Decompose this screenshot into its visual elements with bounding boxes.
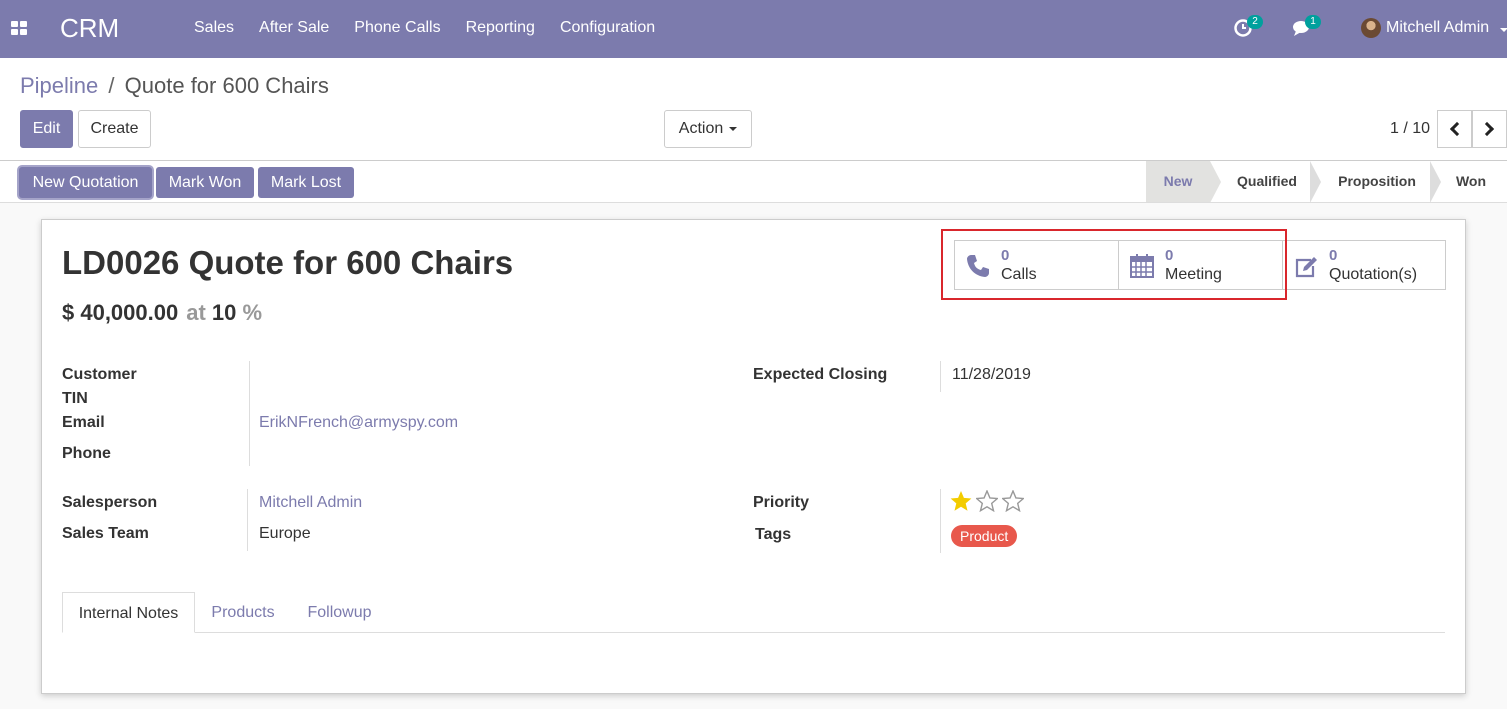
stage-qualified[interactable]: Qualified — [1222, 161, 1312, 202]
menu-item-phone-calls[interactable]: Phone Calls — [354, 19, 440, 37]
messages-badge: 1 — [1305, 15, 1321, 29]
breadcrumb-current: Quote for 600 Chairs — [124, 73, 329, 98]
expected-closing-label: Expected Closing — [753, 366, 888, 383]
apps-menu-icon[interactable] — [11, 21, 27, 35]
stage-won[interactable]: Won — [1445, 161, 1497, 202]
sales-team-label: Sales Team — [62, 525, 149, 542]
email-field[interactable]: ErikNFrench@armyspy.com — [259, 414, 458, 432]
stage-arrow — [1210, 161, 1221, 203]
phone-label: Phone — [62, 445, 111, 462]
star-empty-icon[interactable] — [1002, 490, 1024, 512]
tab-products[interactable]: Products — [197, 592, 289, 633]
field-divider — [940, 489, 941, 553]
breadcrumb-pipeline[interactable]: Pipeline — [20, 73, 98, 98]
customer-label: Customer — [62, 366, 137, 383]
sales-team-field[interactable]: Europe — [259, 525, 311, 543]
stage-arrow — [1310, 161, 1321, 203]
percent-sign: % — [242, 300, 263, 325]
statusbar: New Quotation Mark Won Mark Lost New Qua… — [0, 160, 1507, 203]
field-divider — [940, 361, 941, 392]
chevron-left-icon — [1449, 121, 1465, 137]
star-empty-icon[interactable] — [976, 490, 998, 512]
mark-won-button[interactable]: Mark Won — [156, 167, 254, 198]
new-quotation-button[interactable]: New Quotation — [19, 167, 152, 198]
tab-followup[interactable]: Followup — [293, 592, 386, 633]
create-button[interactable]: Create — [78, 110, 151, 148]
quotations-label: Quotation(s) — [1329, 266, 1418, 283]
record-title: LD0026 Quote for 600 Chairs — [62, 244, 514, 281]
tags-label: Tags — [755, 526, 792, 543]
salesperson-label: Salesperson — [62, 494, 158, 511]
menu-item-configuration[interactable]: Configuration — [560, 19, 655, 37]
pager-next-button[interactable] — [1472, 110, 1507, 148]
field-divider — [249, 361, 250, 466]
user-menu[interactable]: Mitchell Admin — [1386, 19, 1489, 37]
probability-value: 10 — [211, 300, 237, 325]
highlight-box — [941, 229, 1287, 300]
revenue-at: at — [186, 300, 206, 325]
quotations-smart-button[interactable]: 0 Quotation(s) — [1282, 240, 1446, 290]
pencil-square-icon — [1295, 257, 1317, 278]
salesperson-field[interactable]: Mitchell Admin — [259, 494, 362, 512]
caret-down-icon — [729, 126, 738, 131]
app-brand[interactable]: CRM — [60, 13, 119, 44]
action-dropdown[interactable]: Action — [664, 110, 752, 148]
top-navbar: CRM Sales After Sale Phone Calls Reporti… — [0, 0, 1507, 58]
pager-value[interactable]: 1 / 10 — [1390, 120, 1430, 138]
activity-badge: 2 — [1247, 15, 1263, 29]
breadcrumb-separator: / — [108, 73, 115, 98]
user-caret-icon[interactable] — [1500, 28, 1507, 32]
stage-proposition[interactable]: Proposition — [1322, 161, 1432, 202]
chevron-right-icon — [1479, 121, 1495, 137]
action-label: Action — [678, 120, 724, 137]
quotations-count: 0 — [1329, 247, 1338, 264]
tin-label: TIN — [62, 390, 88, 407]
star-filled-icon[interactable] — [950, 490, 972, 512]
menu-item-sales[interactable]: Sales — [194, 19, 234, 37]
edit-button[interactable]: Edit — [20, 110, 73, 148]
activity-button[interactable]: 2 — [1234, 15, 1263, 39]
field-divider — [247, 489, 248, 551]
priority-label: Priority — [753, 494, 810, 511]
pager-previous-button[interactable] — [1437, 110, 1472, 148]
tab-internal-notes[interactable]: Internal Notes — [62, 592, 195, 633]
stage-new[interactable]: New — [1146, 161, 1210, 202]
expected-closing-field[interactable]: 11/28/2019 — [952, 366, 1031, 384]
stage-arrow — [1430, 161, 1441, 203]
menu-item-after-sale[interactable]: After Sale — [259, 19, 329, 37]
tag-product[interactable]: Product — [951, 525, 1018, 547]
user-avatar[interactable] — [1361, 18, 1381, 38]
menu-item-reporting[interactable]: Reporting — [466, 19, 535, 37]
main-menu: Sales After Sale Phone Calls Reporting C… — [194, 19, 680, 37]
breadcrumb: Pipeline / Quote for 600 Chairs — [20, 73, 329, 99]
revenue-value: $ 40,000.00 — [62, 300, 179, 325]
mark-lost-button[interactable]: Mark Lost — [258, 167, 354, 198]
expected-revenue: $ 40,000.00 at 10 % — [62, 300, 262, 326]
email-label: Email — [62, 414, 105, 431]
messages-button[interactable]: 1 — [1292, 15, 1321, 39]
